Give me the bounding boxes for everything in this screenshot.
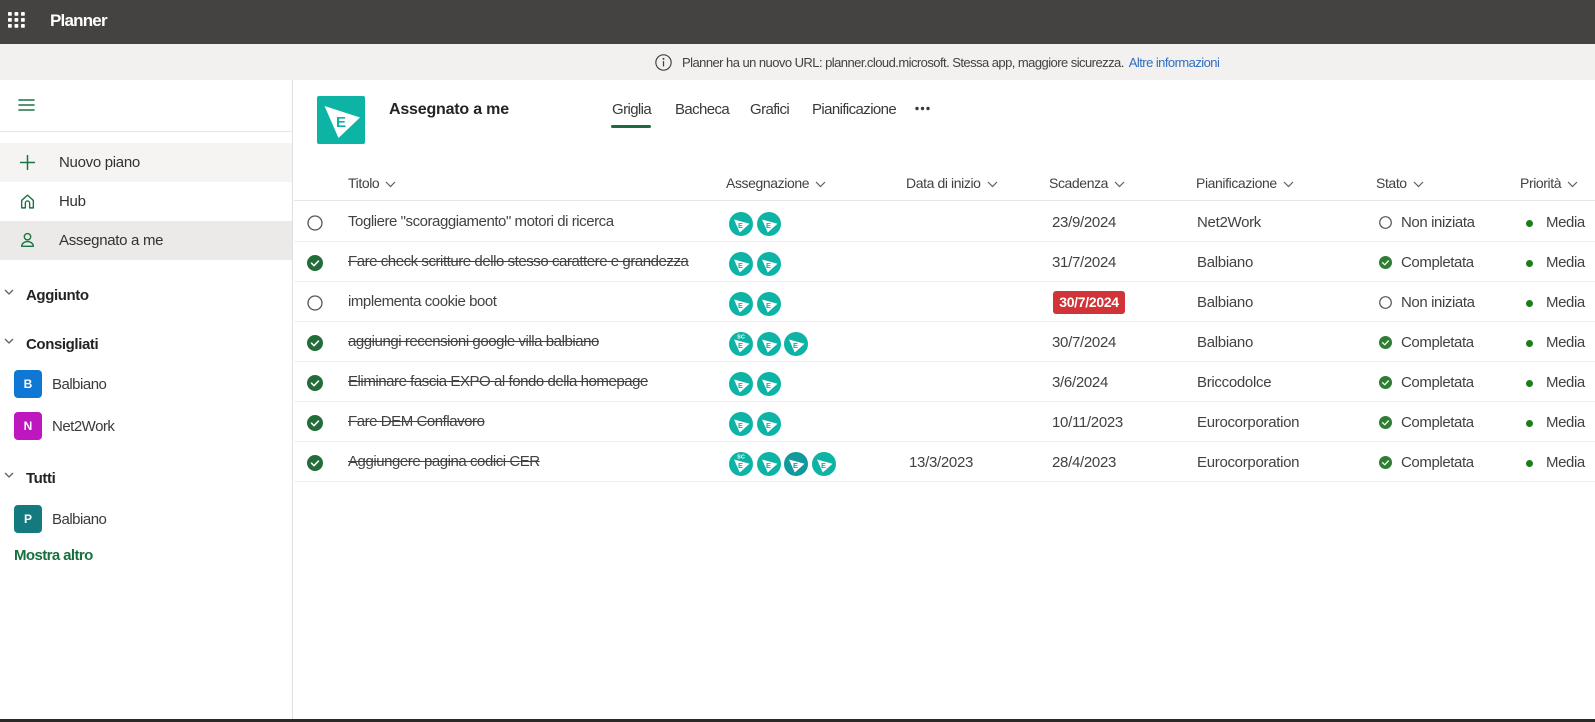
svg-text:E: E bbox=[793, 461, 798, 470]
svg-text:SC: SC bbox=[737, 455, 745, 461]
svg-text:E: E bbox=[766, 221, 771, 230]
svg-text:E: E bbox=[738, 421, 743, 430]
svg-text:E: E bbox=[738, 461, 743, 470]
svg-text:E: E bbox=[766, 381, 771, 390]
svg-text:E: E bbox=[738, 341, 743, 350]
svg-text:E: E bbox=[738, 301, 743, 310]
svg-text:E: E bbox=[766, 301, 771, 310]
svg-text:E: E bbox=[821, 461, 826, 470]
svg-text:E: E bbox=[766, 261, 771, 270]
svg-text:E: E bbox=[738, 221, 743, 230]
svg-text:E: E bbox=[336, 114, 346, 131]
svg-text:E: E bbox=[738, 261, 743, 270]
svg-text:E: E bbox=[766, 341, 771, 350]
svg-text:E: E bbox=[793, 341, 798, 350]
svg-text:E: E bbox=[766, 461, 771, 470]
svg-text:E: E bbox=[738, 381, 743, 390]
svg-text:SC: SC bbox=[737, 335, 745, 341]
svg-text:E: E bbox=[766, 421, 771, 430]
